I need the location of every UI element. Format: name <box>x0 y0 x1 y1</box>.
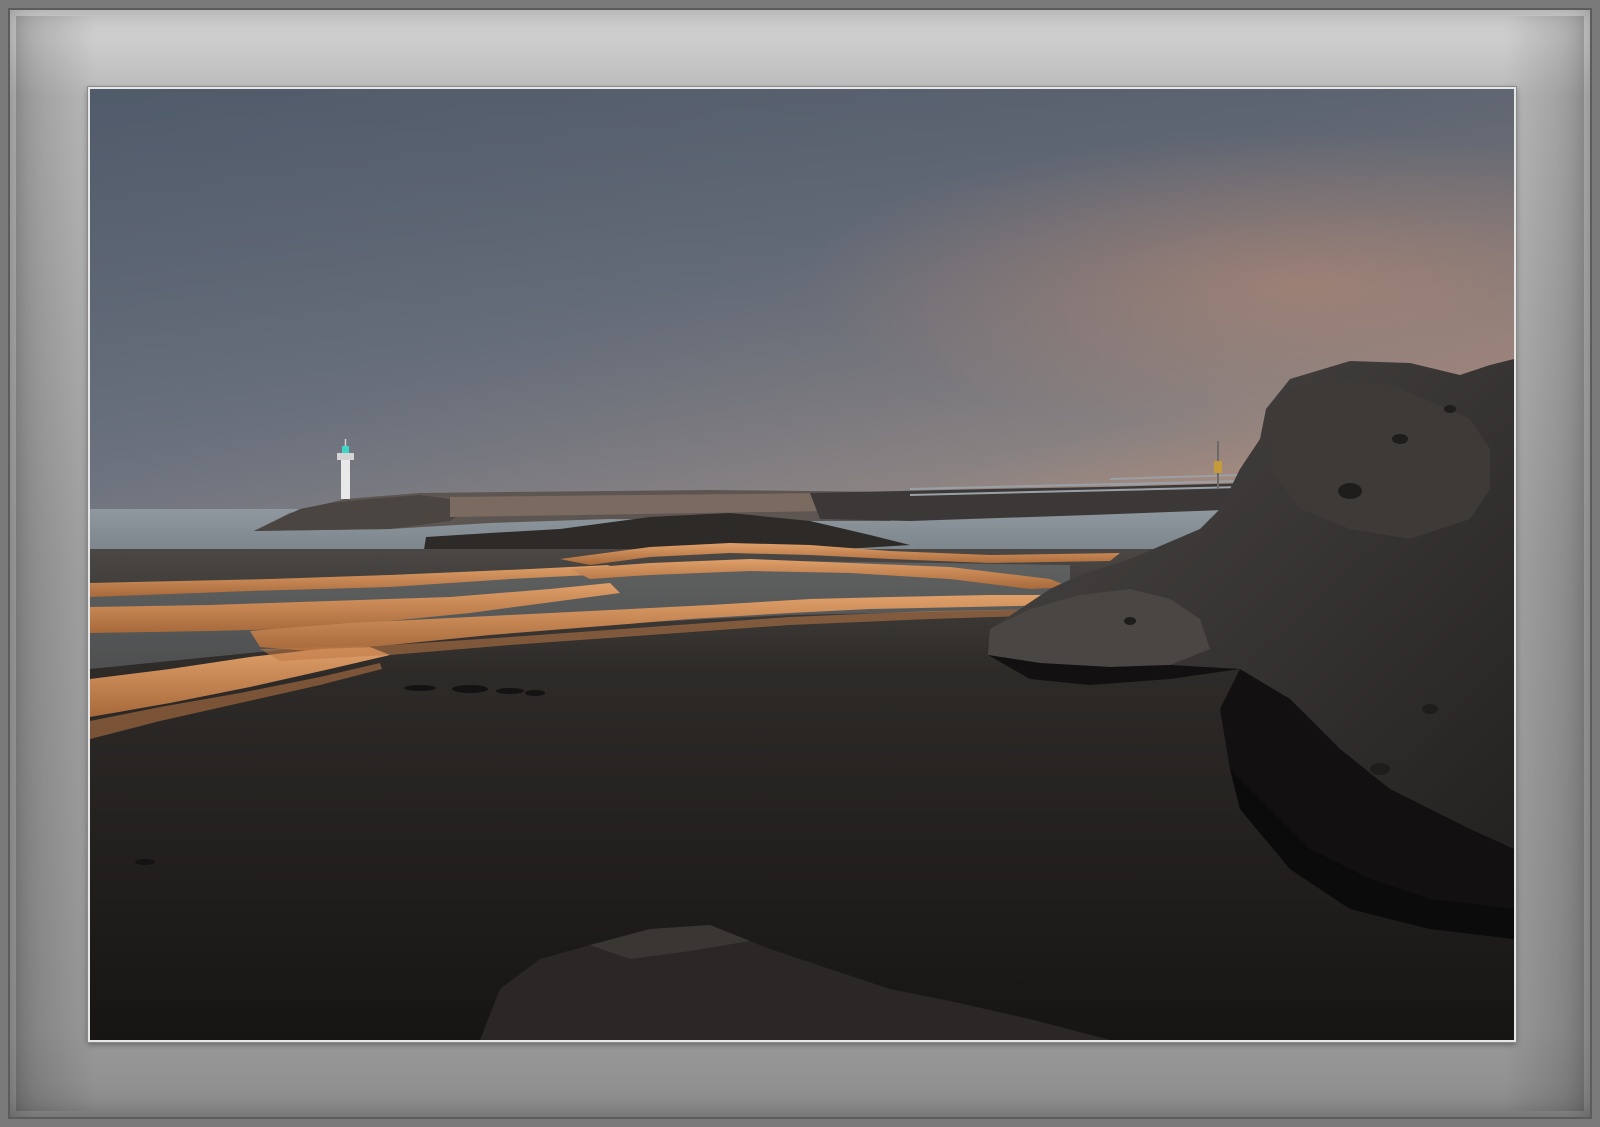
frame-shadow-left <box>16 16 96 1111</box>
frame-shadow-right <box>1504 16 1584 1111</box>
coastal-scene <box>90 89 1514 1040</box>
photograph <box>88 87 1516 1042</box>
